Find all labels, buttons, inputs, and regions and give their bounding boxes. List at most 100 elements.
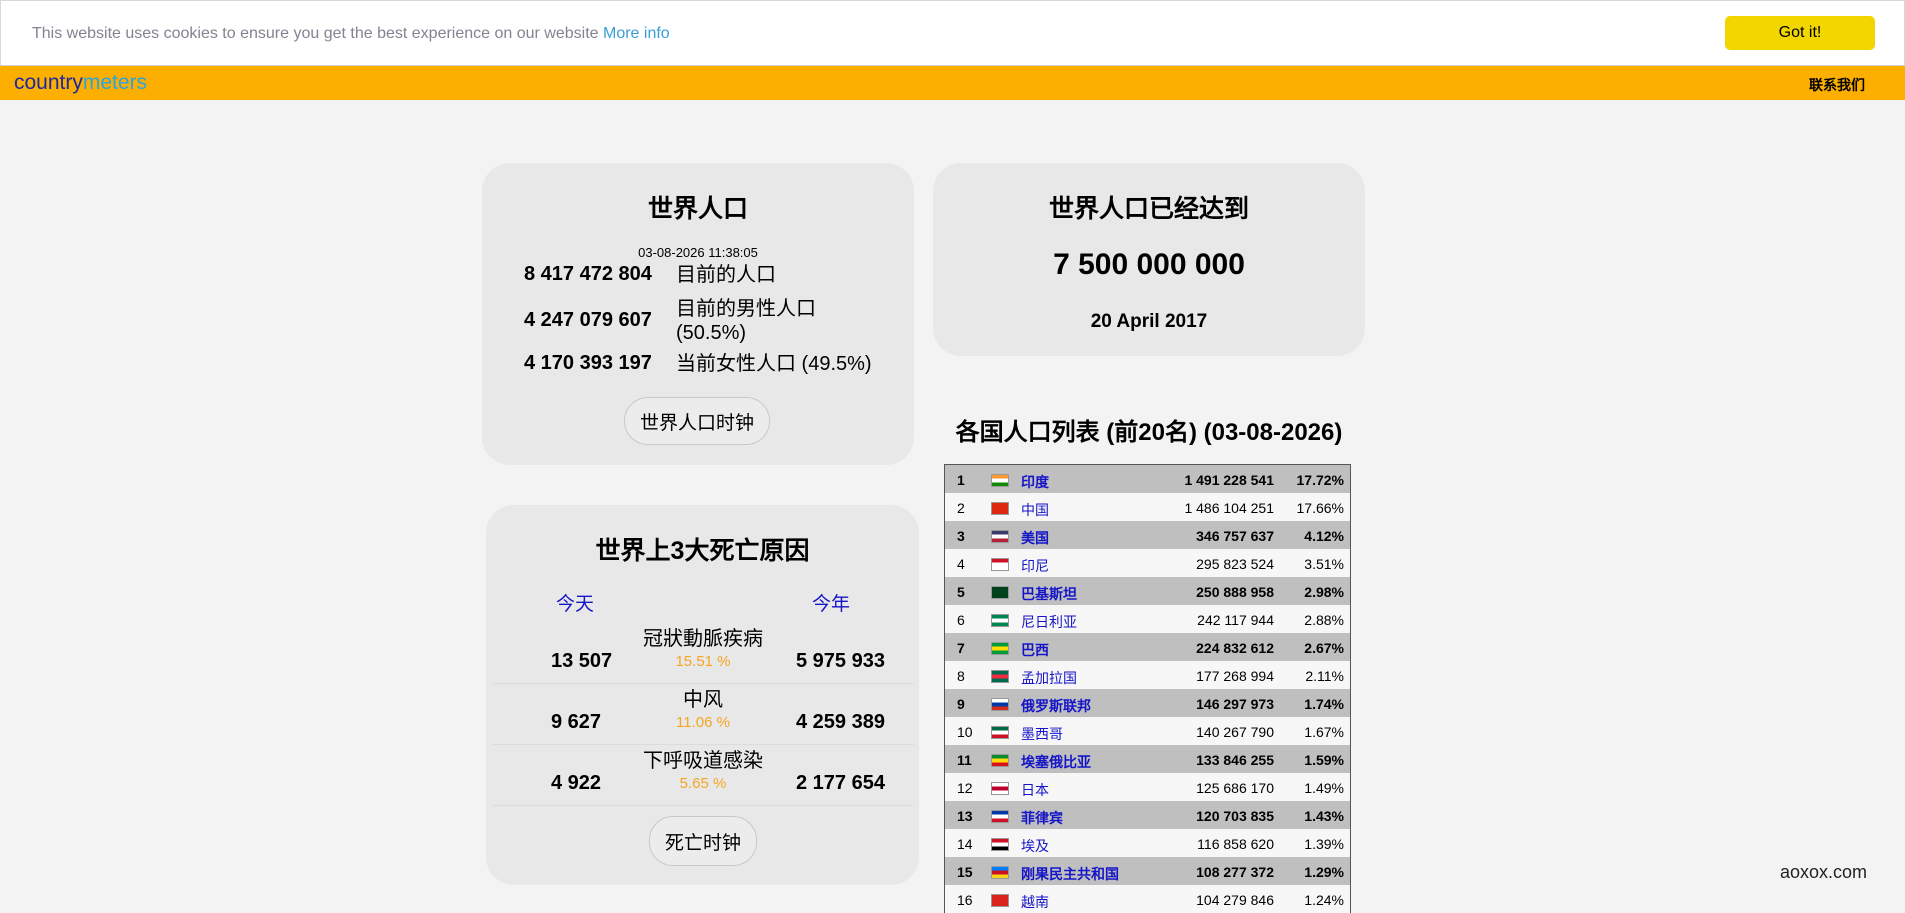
country-percent: 4.12% xyxy=(1304,528,1344,544)
male-population-label: 目前的男性人口 (50.5%) xyxy=(676,298,816,344)
female-population-value: 4 170 393 197 xyxy=(524,352,652,374)
cookie-banner: This website uses cookies to ensure you … xyxy=(0,0,1905,66)
philippines-flag-icon xyxy=(991,810,1009,823)
country-name-link[interactable]: 越南 xyxy=(1021,892,1049,912)
russia-flag-icon xyxy=(991,698,1009,711)
country-name-link[interactable]: 尼日利亚 xyxy=(1021,612,1077,632)
country-percent: 1.29% xyxy=(1304,864,1344,880)
country-rank: 12 xyxy=(957,780,973,796)
country-name-link[interactable]: 菲律宾 xyxy=(1021,808,1063,828)
country-row: 16 越南 104 279 846 1.24% xyxy=(945,885,1350,913)
country-name-link[interactable]: 埃及 xyxy=(1021,836,1049,856)
country-row: 4 印尼 295 823 524 3.51% xyxy=(945,549,1350,577)
country-percent: 17.72% xyxy=(1296,472,1344,488)
country-percent: 1.43% xyxy=(1304,808,1344,824)
country-name-link[interactable]: 俄罗斯联邦 xyxy=(1021,696,1091,716)
world-population-title: 世界人口 xyxy=(647,195,748,223)
current-population-label: 目前的人口 xyxy=(676,264,776,286)
world-population-clock-button[interactable]: 世界人口时钟 xyxy=(624,397,770,445)
country-percent: 3.51% xyxy=(1304,556,1344,572)
country-population: 1 486 104 251 xyxy=(1184,500,1274,516)
population-datetime: 03-08-2026 11:38:05 xyxy=(638,245,758,260)
country-row: 10 墨西哥 140 267 790 1.67% xyxy=(945,717,1350,745)
more-info-link[interactable]: More info xyxy=(603,25,670,42)
cookie-message: This website uses cookies to ensure you … xyxy=(32,25,670,43)
country-percent: 1.67% xyxy=(1304,724,1344,740)
death-clock-button[interactable]: 死亡时钟 xyxy=(649,816,757,866)
country-percent: 1.39% xyxy=(1304,836,1344,852)
brazil-flag-icon xyxy=(991,642,1009,655)
country-population: 295 823 524 xyxy=(1196,556,1274,572)
country-rank: 8 xyxy=(957,668,965,684)
country-rank: 15 xyxy=(957,864,973,880)
country-row: 14 埃及 116 858 620 1.39% xyxy=(945,829,1350,857)
bangladesh-flag-icon xyxy=(991,670,1009,683)
country-population: 1 491 228 541 xyxy=(1184,472,1274,488)
country-percent: 2.98% xyxy=(1304,584,1344,600)
country-row: 1 印度 1 491 228 541 17.72% xyxy=(945,465,1350,493)
country-population: 250 888 958 xyxy=(1196,584,1274,600)
contact-link[interactable]: 联系我们 xyxy=(1809,75,1865,95)
cause-name: 中风 xyxy=(683,689,723,711)
death-cause-row: 中风 9 627 11.06 % 4 259 389 xyxy=(492,683,914,745)
country-row: 11 埃塞俄比亚 133 846 255 1.59% xyxy=(945,745,1350,773)
site-logo[interactable]: countrymeters xyxy=(14,71,147,95)
country-row: 5 巴基斯坦 250 888 958 2.98% xyxy=(945,577,1350,605)
country-rank: 4 xyxy=(957,556,965,572)
population-reached-card: 世界人口已经达到 7 500 000 000 20 April 2017 xyxy=(933,163,1365,356)
got-it-button[interactable]: Got it! xyxy=(1725,16,1875,50)
death-causes-title: 世界上3大死亡原因 xyxy=(595,537,810,565)
indonesia-flag-icon xyxy=(991,558,1009,571)
country-list-title: 各国人口列表 (前20名) (03-08-2026) xyxy=(955,419,1343,446)
today-column-label: 今天 xyxy=(556,594,595,615)
country-name-link[interactable]: 刚果民主共和国 xyxy=(1021,864,1119,884)
country-rank: 13 xyxy=(957,808,973,824)
country-row: 2 中国 1 486 104 251 17.66% xyxy=(945,493,1350,521)
country-rank: 5 xyxy=(957,584,965,600)
country-name-link[interactable]: 巴西 xyxy=(1021,640,1049,660)
country-name-link[interactable]: 美国 xyxy=(1021,528,1049,548)
male-population-value: 4 247 079 607 xyxy=(524,309,652,331)
country-population: 120 703 835 xyxy=(1196,808,1274,824)
country-percent: 2.11% xyxy=(1305,668,1344,684)
country-rank: 3 xyxy=(957,528,965,544)
country-population: 108 277 372 xyxy=(1196,864,1274,880)
cookie-text: This website uses cookies to ensure you … xyxy=(32,25,599,42)
cause-name: 冠狀動脈疾病 xyxy=(643,628,763,650)
country-rank: 10 xyxy=(957,724,973,740)
pakistan-flag-icon xyxy=(991,586,1009,599)
country-name-link[interactable]: 印尼 xyxy=(1021,556,1049,576)
country-name-link[interactable]: 墨西哥 xyxy=(1021,724,1063,744)
country-population: 242 117 944 xyxy=(1197,612,1274,628)
logo-part-meters: meters xyxy=(82,71,148,94)
population-reached-date: 20 April 2017 xyxy=(1090,311,1208,332)
death-cause-row: 下呼吸道感染 4 922 5.65 % 2 177 654 xyxy=(492,744,914,806)
country-population: 177 268 994 xyxy=(1196,668,1274,684)
logo-part-country: country xyxy=(14,71,83,94)
country-percent: 1.49% xyxy=(1304,780,1344,796)
country-rank: 16 xyxy=(957,892,973,908)
watermark-text: aoxox.com xyxy=(1780,862,1868,882)
ethiopia-flag-icon xyxy=(991,754,1009,767)
japan-flag-icon xyxy=(991,782,1009,795)
country-name-link[interactable]: 中国 xyxy=(1021,500,1049,520)
country-name-link[interactable]: 巴基斯坦 xyxy=(1021,584,1077,604)
country-name-link[interactable]: 孟加拉国 xyxy=(1021,668,1077,688)
drcongo-flag-icon xyxy=(991,866,1009,879)
country-percent: 1.59% xyxy=(1304,752,1344,768)
country-population: 104 279 846 xyxy=(1196,892,1274,908)
country-percent: 2.67% xyxy=(1304,640,1344,656)
cause-year-count: 2 177 654 xyxy=(796,772,885,794)
country-population: 146 297 973 xyxy=(1196,696,1274,712)
site-header: countrymeters 联系我们 xyxy=(0,66,1905,100)
china-flag-icon xyxy=(991,502,1009,515)
country-row: 7 巴西 224 832 612 2.67% xyxy=(945,633,1350,661)
country-percent: 1.24% xyxy=(1304,892,1344,908)
usa-flag-icon xyxy=(991,530,1009,543)
country-name-link[interactable]: 埃塞俄比亚 xyxy=(1021,752,1091,772)
country-name-link[interactable]: 印度 xyxy=(1021,472,1049,492)
country-row: 15 刚果民主共和国 108 277 372 1.29% xyxy=(945,857,1350,885)
country-population: 346 757 637 xyxy=(1196,528,1274,544)
country-rank: 2 xyxy=(957,500,965,516)
country-name-link[interactable]: 日本 xyxy=(1021,780,1049,800)
